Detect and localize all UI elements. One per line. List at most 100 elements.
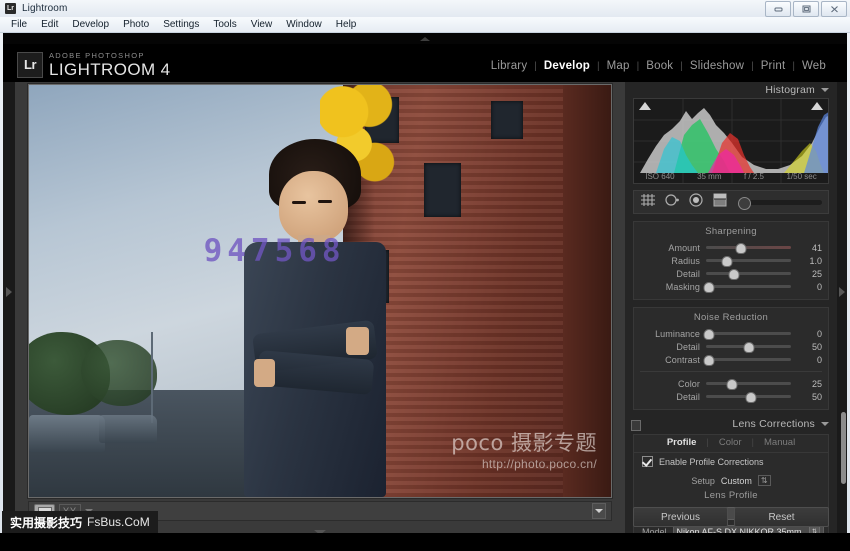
module-library[interactable]: Library bbox=[484, 60, 535, 72]
chevron-down-icon[interactable] bbox=[821, 422, 829, 426]
slider-label: Luminance bbox=[655, 328, 700, 339]
menu-window[interactable]: Window bbox=[279, 17, 329, 33]
module-web[interactable]: Web bbox=[795, 60, 833, 72]
graduated-filter-icon[interactable] bbox=[712, 193, 728, 212]
slider-value[interactable]: 0 bbox=[791, 329, 822, 339]
sharpening-title: Sharpening bbox=[705, 226, 757, 237]
site-watermark-cn: 实用摄影技巧 bbox=[10, 515, 83, 530]
show-top-panel-arrow-icon[interactable] bbox=[420, 37, 430, 41]
identity-plate-bar: Lr ADOBE PHOTOSHOP LIGHTROOM 4 Library |… bbox=[3, 44, 847, 82]
slider-track[interactable] bbox=[703, 282, 791, 293]
brush-slider-knob[interactable] bbox=[738, 196, 751, 210]
slider-masking[interactable]: Masking 0 bbox=[634, 280, 828, 293]
menu-bar: File Edit Develop Photo Settings Tools V… bbox=[0, 17, 850, 33]
histogram-graph[interactable]: ISO 640 35 mm f / 2.5 1/50 sec bbox=[633, 98, 829, 184]
slider-color[interactable]: Color 25 bbox=[634, 377, 828, 390]
slider-knob[interactable] bbox=[745, 392, 757, 403]
module-print[interactable]: Print bbox=[754, 60, 793, 72]
slider-knob[interactable] bbox=[735, 243, 747, 254]
tab-color[interactable]: Color bbox=[719, 437, 742, 448]
previous-button[interactable]: Previous bbox=[633, 507, 728, 527]
slider-track[interactable] bbox=[706, 256, 791, 267]
sharpening-section: Sharpening Amount 41 Radius 1.0 Detail 2… bbox=[633, 221, 829, 300]
enable-profile-corrections-row[interactable]: Enable Profile Corrections bbox=[634, 452, 828, 470]
close-button[interactable] bbox=[821, 1, 847, 17]
crop-overlay-icon[interactable] bbox=[640, 193, 656, 212]
slider-color-detail[interactable]: Detail 50 bbox=[634, 390, 828, 403]
slider-radius[interactable]: Radius 1.0 bbox=[634, 254, 828, 267]
slider-value[interactable]: 25 bbox=[791, 269, 822, 279]
right-panel-rail[interactable] bbox=[837, 82, 847, 533]
red-eye-icon[interactable] bbox=[688, 192, 704, 212]
menu-settings[interactable]: Settings bbox=[156, 17, 206, 33]
slider-value[interactable]: 0 bbox=[791, 282, 822, 292]
slider-value[interactable]: 41 bbox=[791, 243, 822, 253]
menu-develop[interactable]: Develop bbox=[65, 17, 116, 33]
slider-knob[interactable] bbox=[726, 379, 737, 390]
slider-track[interactable] bbox=[706, 269, 791, 280]
reset-button[interactable]: Reset bbox=[734, 507, 829, 527]
module-book[interactable]: Book bbox=[639, 60, 680, 72]
slider-knob[interactable] bbox=[721, 256, 733, 267]
checkbox-icon[interactable] bbox=[642, 456, 653, 467]
slider-luminance[interactable]: Luminance 0 bbox=[634, 327, 828, 340]
slider-amount[interactable]: Amount 41 bbox=[634, 241, 828, 254]
shutter-value: 1/50 sec bbox=[786, 172, 817, 181]
menu-view[interactable]: View bbox=[244, 17, 280, 33]
tab-manual[interactable]: Manual bbox=[764, 437, 795, 448]
slider-value[interactable]: 1.0 bbox=[791, 256, 822, 266]
menu-photo[interactable]: Photo bbox=[116, 17, 156, 33]
slider-track[interactable] bbox=[706, 243, 791, 254]
highlight-clipping-indicator-icon[interactable] bbox=[811, 102, 823, 110]
right-panel-scrollbar[interactable] bbox=[841, 412, 846, 484]
lens-corrections-panel-header[interactable]: Lens Corrections bbox=[625, 416, 837, 432]
module-develop[interactable]: Develop bbox=[537, 60, 597, 72]
stepper-icon[interactable]: ⇅ bbox=[757, 475, 771, 486]
right-panel: Histogram ISO 640 35 mm f / 2.5 1/50 sec… bbox=[625, 82, 837, 533]
slider-track[interactable] bbox=[706, 392, 791, 403]
filmstrip-top-handle[interactable] bbox=[3, 33, 847, 44]
adjustment-brush-slider[interactable] bbox=[738, 196, 822, 210]
slider-luminance-detail[interactable]: Detail 50 bbox=[634, 340, 828, 353]
panel-enable-switch[interactable] bbox=[631, 420, 641, 431]
poco-watermark: poco 摄影专题 http://photo.poco.cn/ bbox=[451, 427, 597, 471]
setup-row[interactable]: Setup Custom ⇅ bbox=[634, 475, 828, 486]
slider-track[interactable] bbox=[703, 355, 791, 366]
module-map[interactable]: Map bbox=[600, 60, 637, 72]
slider-detail[interactable]: Detail 25 bbox=[634, 267, 828, 280]
slider-value[interactable]: 0 bbox=[791, 355, 822, 365]
chevron-down-icon[interactable] bbox=[821, 88, 829, 92]
slider-track[interactable] bbox=[703, 329, 791, 340]
slider-value[interactable]: 25 bbox=[791, 379, 822, 389]
expand-left-panel-arrow-icon[interactable] bbox=[6, 287, 12, 297]
histogram-panel-header[interactable]: Histogram bbox=[625, 82, 837, 98]
slider-luminance-contrast[interactable]: Contrast 0 bbox=[634, 353, 828, 366]
slider-track[interactable] bbox=[706, 342, 791, 353]
photo-canvas[interactable]: 947568 poco 摄影专题 http://photo.poco.cn/ bbox=[29, 85, 611, 497]
module-slideshow[interactable]: Slideshow bbox=[683, 60, 751, 72]
menu-help[interactable]: Help bbox=[329, 17, 364, 33]
minimize-button[interactable] bbox=[765, 1, 791, 17]
collapse-right-panel-arrow-icon[interactable] bbox=[839, 287, 845, 297]
slider-knob[interactable] bbox=[703, 329, 715, 340]
slider-label: Contrast bbox=[665, 354, 700, 365]
slider-value[interactable]: 50 bbox=[791, 392, 822, 402]
slider-value[interactable]: 50 bbox=[791, 342, 822, 352]
slider-knob[interactable] bbox=[703, 355, 715, 366]
menu-file[interactable]: File bbox=[4, 17, 34, 33]
slider-knob[interactable] bbox=[743, 342, 754, 353]
menu-edit[interactable]: Edit bbox=[34, 17, 65, 33]
tab-separator: | bbox=[751, 437, 755, 448]
eye-shape bbox=[317, 200, 332, 204]
setup-value[interactable]: Custom bbox=[721, 476, 752, 486]
menu-tools[interactable]: Tools bbox=[206, 17, 243, 33]
toolbar-options-dropdown[interactable] bbox=[592, 503, 606, 519]
slider-track[interactable] bbox=[706, 379, 791, 390]
hand-shape bbox=[346, 326, 370, 356]
tab-profile[interactable]: Profile bbox=[667, 437, 697, 448]
slider-knob[interactable] bbox=[728, 269, 740, 280]
shadow-clipping-indicator-icon[interactable] bbox=[639, 102, 651, 110]
spot-removal-icon[interactable] bbox=[664, 193, 680, 212]
slider-knob[interactable] bbox=[703, 282, 715, 293]
maximize-button[interactable] bbox=[793, 1, 819, 17]
